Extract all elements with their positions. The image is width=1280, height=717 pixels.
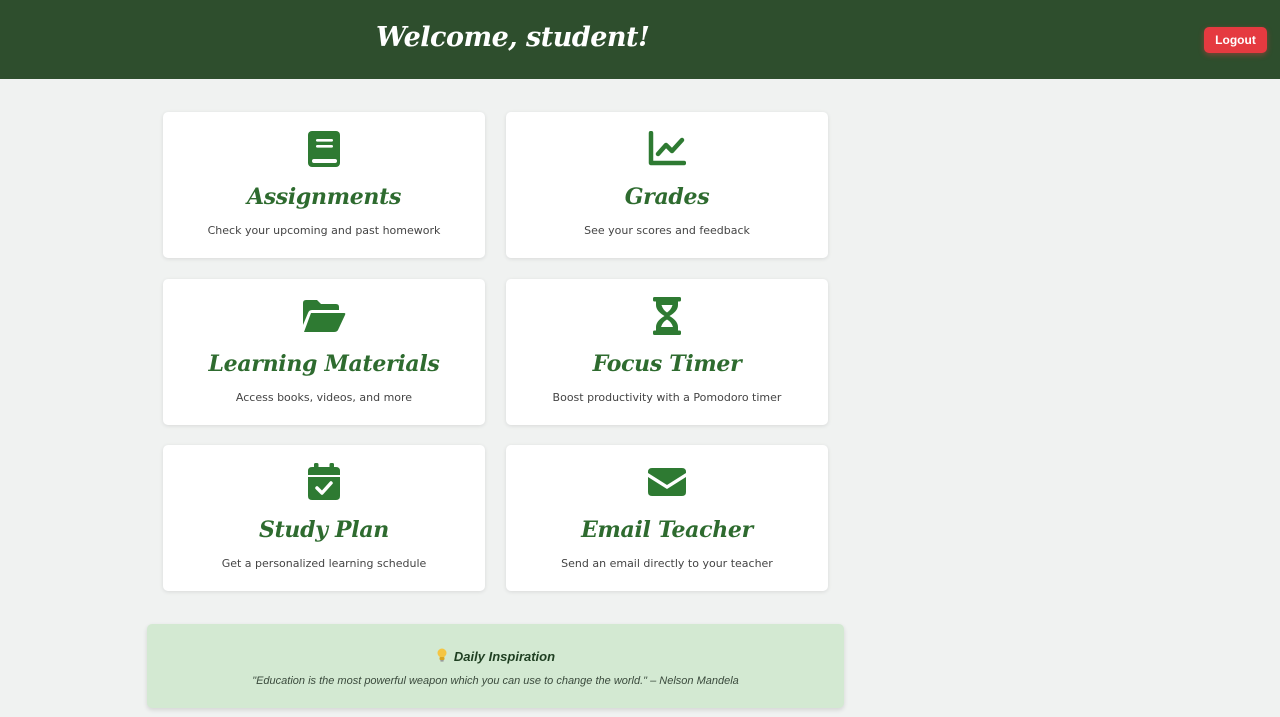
lightbulb-icon [436,648,448,665]
card-title: Study Plan [258,517,390,543]
logout-button[interactable]: Logout [1204,27,1267,53]
card-description: See your scores and feedback [584,224,750,237]
inspiration-heading: Daily Inspiration [453,649,556,664]
card-assignments[interactable]: Assignments Check your upcoming and past… [163,112,485,258]
card-grades[interactable]: Grades See your scores and feedback [506,112,828,258]
chart-line-icon [506,130,828,168]
card-title: Focus Timer [592,351,742,377]
folder-open-icon [163,297,485,335]
card-email-teacher[interactable]: Email Teacher Send an email directly to … [506,445,828,591]
top-header: Welcome, student! Logout [0,0,1280,79]
book-icon [163,130,485,168]
card-description: Get a personalized learning schedule [221,557,427,570]
page-title: Welcome, student! [376,22,650,53]
daily-inspiration-panel: Daily Inspiration "Education is the most… [147,624,844,708]
card-title: Grades [624,184,710,210]
card-description: Check your upcoming and past homework [207,224,441,237]
card-title: Learning Materials [208,351,440,377]
inspiration-quote: "Education is the most powerful weapon w… [252,675,739,687]
card-title: Email Teacher [581,517,753,543]
card-title: Assignments [246,184,402,210]
inspiration-header: Daily Inspiration [147,648,844,665]
card-description: Access books, videos, and more [235,391,413,404]
envelope-icon [506,463,828,501]
card-learning-materials[interactable]: Learning Materials Access books, videos,… [163,279,485,425]
card-focus-timer[interactable]: Focus Timer Boost productivity with a Po… [506,279,828,425]
card-description: Boost productivity with a Pomodoro timer [552,391,782,404]
card-description: Send an email directly to your teacher [561,557,773,570]
calendar-check-icon [163,463,485,501]
hourglass-icon [506,297,828,335]
card-study-plan[interactable]: Study Plan Get a personalized learning s… [163,445,485,591]
